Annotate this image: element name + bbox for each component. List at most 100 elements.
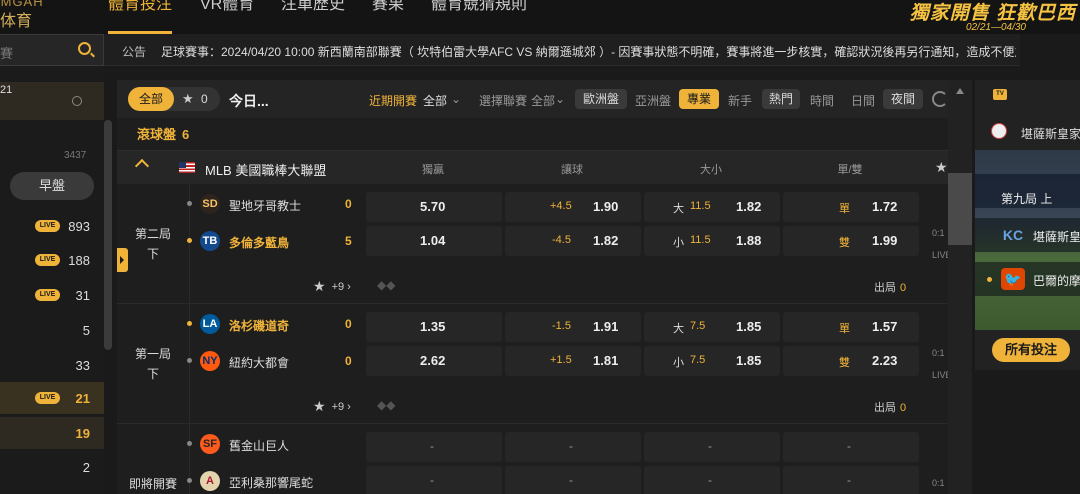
odds-moneyline[interactable]: 1.04 xyxy=(366,226,502,256)
team-row[interactable]: TB 多倫多藍鳥 5 xyxy=(187,224,362,258)
league-select-dropdown[interactable]: 全部 xyxy=(531,92,555,109)
collapse-sidebar-tab[interactable] xyxy=(117,248,128,272)
sidebar-scrollbar[interactable] xyxy=(104,120,112,350)
odds-over-under[interactable]: - xyxy=(644,466,780,494)
odds-over-under[interactable]: 小 7.5 1.85 xyxy=(644,346,780,376)
main-scrollbar[interactable] xyxy=(948,80,972,494)
odds-asian-button[interactable]: 亞洲盤 xyxy=(635,92,671,109)
more-markets-button[interactable]: ★ +9 › xyxy=(313,397,351,414)
odds-european-button[interactable]: 歐洲盤 xyxy=(575,89,627,109)
more-markets-button[interactable]: ★ +9 › xyxy=(313,277,351,294)
nav-bet-history[interactable]: 注單歷史 xyxy=(281,0,345,34)
recent-start-dropdown[interactable]: 全部 xyxy=(423,92,447,109)
team-row[interactable]: NY 紐約大都會 0 xyxy=(187,344,362,378)
odds-odd-even[interactable]: - xyxy=(783,432,919,462)
odds-moneyline[interactable]: - xyxy=(366,466,502,494)
baseball-icon xyxy=(991,123,1007,139)
all-bets-button[interactable]: 所有投注 xyxy=(992,338,1070,362)
nav-results[interactable]: 賽果 xyxy=(372,0,404,34)
outs-label: 出局 xyxy=(874,282,896,294)
odds-handicap[interactable]: -1.5 1.91 xyxy=(505,312,641,342)
odds-odd-even[interactable]: 單 1.57 xyxy=(783,312,919,342)
odds-moneyline[interactable]: - xyxy=(366,432,502,462)
scroll-up-icon[interactable] xyxy=(956,88,964,94)
sidebar-item-top[interactable]: 21 xyxy=(0,82,104,120)
odds-odd-even[interactable]: 單 1.72 xyxy=(783,192,919,222)
sidebar-item[interactable]: 5 xyxy=(0,314,104,346)
odds-moneyline[interactable]: 5.70 xyxy=(366,192,502,222)
team-score: 0 xyxy=(345,317,352,331)
all-button[interactable]: 全部 xyxy=(128,87,174,111)
outs-indicator: 出局 0 xyxy=(874,399,906,415)
odds-handicap[interactable]: +4.5 1.90 xyxy=(505,192,641,222)
sidebar-item-selected[interactable]: LIVE 21 xyxy=(0,382,104,414)
period-inning: 第一局 xyxy=(134,347,171,361)
ou-label: 小 xyxy=(673,237,684,249)
odds-moneyline[interactable]: 2.62 xyxy=(366,346,502,376)
refresh-icon[interactable] xyxy=(932,91,948,107)
search-input[interactable]: 賽 xyxy=(0,34,104,66)
odds-handicap[interactable]: - xyxy=(505,432,641,462)
nav-sports-betting[interactable]: 體育投注 xyxy=(108,0,173,34)
scrollbar-thumb[interactable] xyxy=(948,173,972,245)
sidebar-item[interactable]: 19 xyxy=(0,417,104,449)
odds-handicap[interactable]: +1.5 1.81 xyxy=(505,346,641,376)
promo-banner[interactable]: 獨家開售 狂歡巴西 02/21—04/30 xyxy=(910,0,1076,33)
nav-rules[interactable]: 體育競猜規則 xyxy=(431,0,527,34)
announcement-bar: 公告 足球賽事：2024/04/20 10:00 新西蘭南部聯賽（ 坎特伯雷大學… xyxy=(104,34,1020,66)
team-row[interactable]: SF 舊金山巨人 xyxy=(187,427,362,461)
sort-time-button[interactable]: 時間 xyxy=(810,92,834,109)
odds-over-under[interactable]: - xyxy=(644,432,780,462)
odds-moneyline[interactable]: 1.35 xyxy=(366,312,502,342)
tv-icon[interactable]: TV xyxy=(993,89,1007,100)
star-icon[interactable]: ★ xyxy=(313,278,326,294)
odds-empty: - xyxy=(847,473,851,487)
top-bar: IMGAH 体育 體育投注 VR體育 注單歷史 賽果 體育競猜規則 獨家開售 狂… xyxy=(0,0,1080,34)
live-match-header[interactable]: 堪薩斯皇家 xyxy=(975,116,1080,148)
outs-indicator: 出局 0 xyxy=(874,279,906,295)
team-name: 洛杉磯道奇 xyxy=(229,319,290,333)
league-name: MLB 美國職棒大聯盟 xyxy=(205,163,327,178)
date-selector[interactable]: 今日... xyxy=(229,91,269,111)
chevron-down-icon[interactable]: ⌄ xyxy=(451,92,461,106)
scoreboard-team: KC 堪薩斯皇 xyxy=(975,218,1080,252)
nav-vr-sports[interactable]: VR體育 xyxy=(200,0,254,34)
search-icon[interactable] xyxy=(78,42,91,55)
live-stream-panel: TV 堪薩斯皇家 第九局 上 KC 堪薩斯皇 🐦 巴爾的摩 所有投注 xyxy=(975,80,1080,370)
odds-over-under[interactable]: 大 7.5 1.85 xyxy=(644,312,780,342)
odds-handicap[interactable]: -4.5 1.82 xyxy=(505,226,641,256)
theme-day-button[interactable]: 日間 xyxy=(851,92,875,109)
match-row: 即將開賽 SF 舊金山巨人 A 亞利桑那響尾蛇 - - - - - - - - xyxy=(117,424,962,494)
sidebar-item[interactable]: 33 xyxy=(0,349,104,381)
star-icon[interactable]: ★ xyxy=(182,91,194,107)
star-icon[interactable]: ★ xyxy=(935,159,948,176)
league-header[interactable]: MLB 美國職棒大聯盟 獨贏 讓球 大小 單/雙 ★ xyxy=(117,150,962,184)
sidebar-count: 31 xyxy=(75,288,90,303)
radio-icon[interactable] xyxy=(72,96,82,106)
sidebar-item[interactable]: 2 xyxy=(0,451,104,483)
team-row[interactable]: SD 聖地牙哥教士 0 xyxy=(187,187,362,221)
star-icon[interactable]: ★ xyxy=(313,398,326,414)
sidebar-item[interactable]: LIVE 31 xyxy=(0,279,104,311)
chevron-down-icon[interactable]: ⌄ xyxy=(555,92,565,106)
early-market-button[interactable]: 早盤 xyxy=(10,172,94,200)
status-dot xyxy=(187,201,192,206)
mode-novice-button[interactable]: 新手 xyxy=(728,92,752,109)
odds-over-under[interactable]: 小 11.5 1.88 xyxy=(644,226,780,256)
odds-odd-even[interactable]: 雙 1.99 xyxy=(783,226,919,256)
sort-hot-button[interactable]: 熱門 xyxy=(762,89,800,109)
team-row[interactable]: A 亞利桑那響尾蛇 xyxy=(187,464,362,494)
odds-odd-even[interactable]: - xyxy=(783,466,919,494)
sidebar-count: 5 xyxy=(82,323,90,338)
sidebar-item[interactable]: LIVE 893 xyxy=(0,210,104,242)
team-row[interactable]: LA 洛杉磯道奇 0 xyxy=(187,307,362,341)
odds-handicap[interactable]: - xyxy=(505,466,641,494)
odds-odd-even[interactable]: 雙 2.23 xyxy=(783,346,919,376)
mode-pro-button[interactable]: 專業 xyxy=(679,89,719,109)
chevron-up-icon[interactable] xyxy=(134,158,150,174)
odds-value: 1.85 xyxy=(736,353,762,368)
sidebar-item[interactable]: LIVE 188 xyxy=(0,244,104,276)
odds-over-under[interactable]: 大 11.5 1.82 xyxy=(644,192,780,222)
theme-night-button[interactable]: 夜間 xyxy=(883,89,923,109)
brand-logo[interactable]: IMGAH 体育 xyxy=(0,0,70,34)
